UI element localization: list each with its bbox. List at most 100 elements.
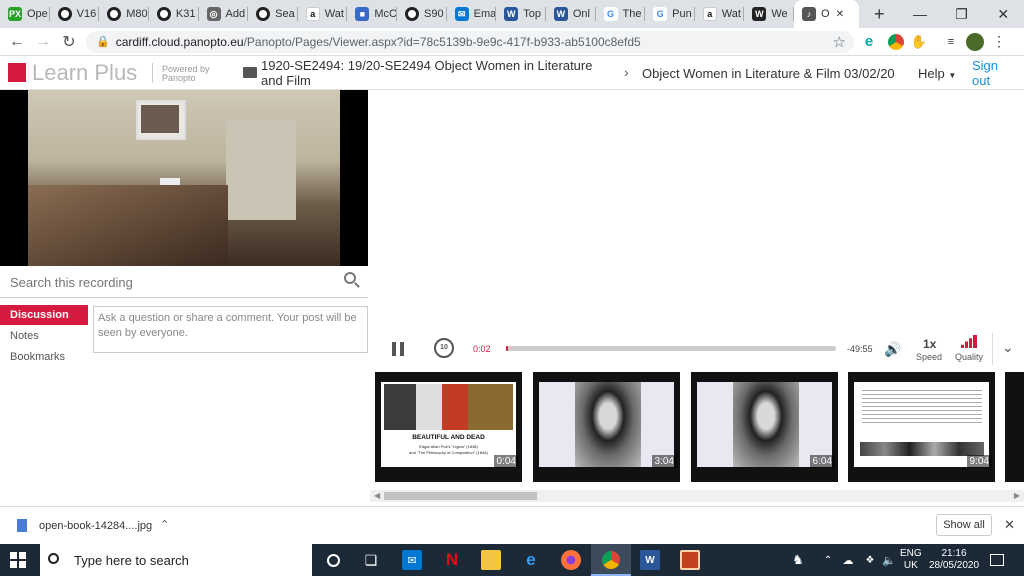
speaker-icon[interactable]: 🔈: [879, 550, 899, 570]
restore-icon[interactable]: ❐: [941, 0, 983, 28]
tab-favicon-icon: ✉: [454, 7, 469, 21]
browser-tab[interactable]: Sea: [248, 0, 298, 28]
browser-tab[interactable]: ◎ Add: [199, 0, 249, 28]
forward-icon[interactable]: →: [30, 29, 56, 55]
extension-icon[interactable]: ✋: [908, 31, 930, 53]
tab-favicon-icon: [405, 7, 419, 21]
clock[interactable]: 21:16 28/05/2020: [928, 548, 980, 572]
logo-divider: [152, 63, 153, 83]
keyboard-layout: UK: [903, 560, 918, 571]
sign-out-link[interactable]: Sign out: [972, 58, 1012, 88]
mail-icon[interactable]: ✉: [402, 550, 422, 570]
tray-chevron-icon[interactable]: ⌃: [818, 550, 838, 570]
secondary-video[interactable]: [0, 90, 368, 266]
chrome-taskbar-active[interactable]: [591, 544, 631, 576]
collapse-chevron-icon[interactable]: ⌄: [1002, 339, 1014, 356]
help-menu[interactable]: Help ▼: [918, 66, 956, 81]
reading-list-icon[interactable]: ≡: [940, 31, 962, 53]
chrome-icon: [602, 551, 620, 569]
chevron-up-icon[interactable]: ⌃: [160, 518, 169, 531]
browser-tab[interactable]: PX Ope: [0, 0, 50, 28]
edge-extension-icon[interactable]: e: [858, 31, 880, 53]
word-icon[interactable]: W: [640, 550, 660, 570]
browser-tab[interactable]: ♪ O ✕: [794, 0, 860, 28]
browser-tab[interactable]: a Wat: [695, 0, 745, 28]
thumbnail[interactable]: 9:04: [848, 372, 995, 482]
back-icon[interactable]: ←: [4, 29, 30, 55]
tab-label: Top: [523, 8, 541, 20]
university-logo[interactable]: [8, 63, 26, 82]
reload-icon[interactable]: ↻: [56, 29, 82, 55]
thumbnail-time: 0:04: [493, 455, 519, 468]
app-icon[interactable]: [680, 550, 700, 570]
edge-icon[interactable]: e: [521, 550, 541, 570]
menu-icon[interactable]: ⋮: [988, 31, 1010, 53]
browser-tab[interactable]: K31: [149, 0, 199, 28]
close-window-icon[interactable]: ✕: [982, 0, 1024, 28]
taskbar-search-box[interactable]: Type here to search: [40, 544, 312, 576]
download-filename[interactable]: open-book-14284....jpg: [39, 520, 152, 532]
browser-tab[interactable]: V16: [50, 0, 100, 28]
volume-icon[interactable]: 🔊: [884, 341, 901, 358]
tab-discussion[interactable]: Discussion: [0, 305, 88, 325]
browser-tab[interactable]: a Wat: [298, 0, 348, 28]
clock-time: 21:16: [941, 548, 967, 559]
slide-text-block: [862, 390, 982, 426]
progress-track[interactable]: [506, 346, 836, 351]
chrome-extension-icon[interactable]: [888, 33, 904, 50]
bookmark-star-icon[interactable]: ☆: [833, 33, 846, 51]
lecture-room-image: [28, 90, 340, 266]
windows-start-icon[interactable]: [10, 552, 26, 568]
scrollbar-track[interactable]: ◀ ▶: [370, 490, 1024, 502]
notifications-icon[interactable]: [990, 554, 1004, 566]
side-tabs: Discussion Notes Bookmarks: [0, 305, 88, 368]
close-icon[interactable]: ✕: [1004, 517, 1015, 533]
comment-field[interactable]: Ask a question or share a comment. Your …: [93, 306, 368, 353]
show-all-button[interactable]: Show all: [936, 514, 992, 536]
tab-bookmarks[interactable]: Bookmarks: [0, 347, 88, 367]
tab-favicon-icon: [256, 7, 271, 21]
browser-tab[interactable]: G Pun: [645, 0, 695, 28]
file-explorer-icon[interactable]: [481, 550, 501, 570]
scroll-left-icon[interactable]: ◀: [374, 491, 380, 500]
folder-title-link[interactable]: 1920-SE2494: 19/20-SE2494 Object Women i…: [261, 58, 613, 88]
dropbox-icon[interactable]: ❖: [860, 550, 880, 570]
browser-tab[interactable]: ✉ Ema: [447, 0, 496, 28]
netflix-icon[interactable]: N: [442, 550, 462, 570]
browser-tab[interactable]: S90: [397, 0, 447, 28]
scroll-right-icon[interactable]: ▶: [1014, 491, 1020, 500]
logo-text[interactable]: Learn Plus: [32, 60, 137, 86]
rewind-10-icon[interactable]: 10: [434, 338, 454, 358]
browser-tab[interactable]: G The: [596, 0, 646, 28]
thumbnail-partial[interactable]: [1005, 372, 1024, 482]
browser-tab[interactable]: W Top: [496, 0, 546, 28]
browser-tab[interactable]: W We: [744, 0, 794, 28]
tab-favicon-icon: a: [305, 7, 320, 21]
speed-value[interactable]: 1x: [923, 337, 936, 351]
thumbnail[interactable]: BEAUTIFUL AND DEAD Edgar Allan Poe's "Li…: [375, 372, 522, 482]
cortana-icon[interactable]: [323, 550, 343, 570]
thumbnail[interactable]: 6:04: [691, 372, 838, 482]
browser-tab[interactable]: W Onl: [546, 0, 596, 28]
quality-label: Quality: [955, 352, 984, 362]
task-view-icon[interactable]: ❏: [361, 550, 381, 570]
search-input[interactable]: [0, 270, 330, 294]
tab-notes[interactable]: Notes: [0, 326, 88, 346]
browser-tab[interactable]: M80: [99, 0, 149, 28]
firefox-icon[interactable]: [561, 550, 581, 570]
new-tab-icon[interactable]: +: [859, 0, 899, 28]
thumbnail[interactable]: 3:04: [533, 372, 680, 482]
pause-icon[interactable]: [392, 342, 404, 356]
scrollbar-thumb[interactable]: [384, 492, 537, 500]
address-bar[interactable]: 🔒 cardiff.cloud.panopto.eu/Panopto/Pages…: [86, 30, 854, 53]
profile-avatar[interactable]: [966, 32, 984, 51]
tab-close-icon[interactable]: ✕: [836, 9, 844, 20]
people-icon[interactable]: ♞: [788, 550, 808, 570]
cloud-icon[interactable]: ☁: [838, 550, 858, 570]
search-icon: [48, 553, 59, 564]
quality-icon[interactable]: [961, 335, 977, 348]
browser-tab[interactable]: ■ McC: [347, 0, 397, 28]
tab-favicon-icon: ♪: [802, 7, 816, 21]
minimize-icon[interactable]: —: [899, 0, 941, 28]
language-indicator[interactable]: ENG UK: [900, 548, 922, 572]
